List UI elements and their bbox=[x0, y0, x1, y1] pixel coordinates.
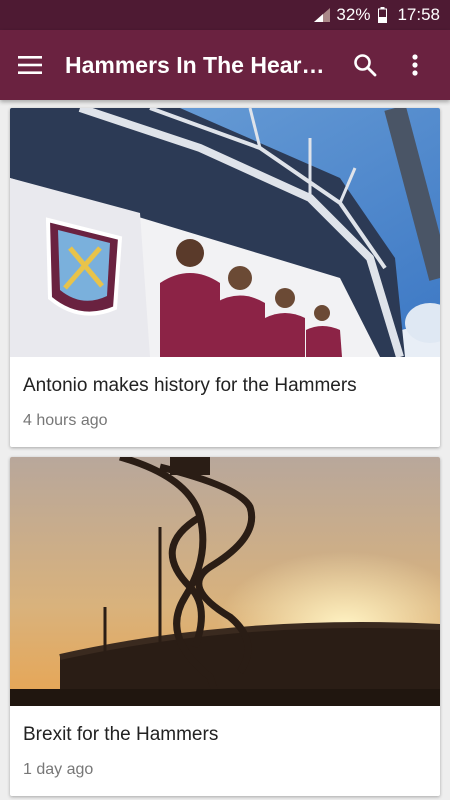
battery-icon bbox=[378, 7, 388, 23]
article-title[interactable]: Brexit for the Hammers bbox=[23, 723, 427, 747]
battery-percent: 32% bbox=[336, 5, 371, 24]
search-icon bbox=[354, 54, 377, 77]
stadium-exterior-photo bbox=[10, 108, 440, 357]
article-timestamp: 4 hours ago bbox=[23, 412, 108, 429]
app-title: Hammers In The Hear… bbox=[65, 51, 325, 78]
hamburger-menu-icon bbox=[18, 56, 42, 74]
more-options-button[interactable] bbox=[390, 30, 440, 100]
article-card[interactable]: Antonio makes history for the Hammers 4 … bbox=[10, 108, 440, 447]
article-feed[interactable]: Antonio makes history for the Hammers 4 … bbox=[0, 100, 450, 800]
article-title[interactable]: Antonio makes history for the Hammers bbox=[23, 374, 427, 398]
menu-button[interactable] bbox=[0, 30, 60, 100]
signal-icon bbox=[314, 8, 331, 22]
article-card[interactable]: Brexit for the Hammers 1 day ago bbox=[10, 457, 440, 796]
clock: 17:58 bbox=[397, 5, 440, 24]
search-button[interactable] bbox=[340, 30, 390, 100]
article-timestamp: 1 day ago bbox=[23, 761, 94, 778]
more-vert-icon bbox=[412, 54, 418, 76]
app-bar: Hammers In The Hear… bbox=[0, 30, 450, 100]
status-bar: 32% 17:58 bbox=[0, 0, 450, 30]
orbit-tower-sunset-photo bbox=[10, 457, 440, 706]
